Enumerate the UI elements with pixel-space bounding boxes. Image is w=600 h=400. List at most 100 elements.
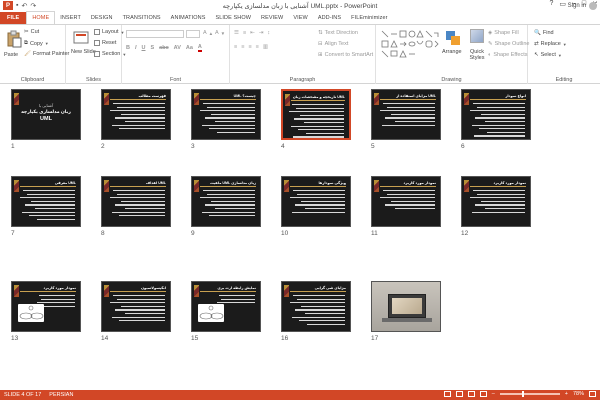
- slide-thumbnail[interactable]: مزایای شی گرایی: [281, 281, 351, 332]
- tab-home[interactable]: HOME: [26, 11, 56, 24]
- select-button[interactable]: ↖ Select ▼: [534, 52, 562, 58]
- slide-thumbnail[interactable]: اهداف UML: [101, 176, 171, 227]
- sign-in-link[interactable]: Sign in: [568, 3, 586, 9]
- tab-fileminimizer[interactable]: FILEminimizer: [346, 12, 392, 24]
- bold-icon[interactable]: B: [126, 45, 130, 51]
- change-case-icon[interactable]: Aa: [186, 45, 193, 51]
- font-name-box[interactable]: [126, 30, 184, 38]
- slide-thumbnail[interactable]: نمایش رابطه ارث بری: [191, 281, 261, 332]
- tab-insert[interactable]: INSERT: [55, 12, 86, 24]
- tab-file[interactable]: FILE: [0, 12, 27, 24]
- justify-icon[interactable]: ≡: [256, 44, 259, 50]
- strikethrough-icon[interactable]: abc: [159, 45, 168, 51]
- normal-view-icon[interactable]: [443, 391, 451, 397]
- columns-icon[interactable]: ▥: [263, 44, 268, 50]
- slide-thumbnail[interactable]: انواع نمودار: [461, 89, 531, 140]
- text-direction-button[interactable]: ⇅ Text Direction: [318, 30, 358, 36]
- ribbon-display-button[interactable]: ▭: [559, 0, 566, 8]
- bullets-icon[interactable]: ☰: [234, 30, 239, 36]
- zoom-slider[interactable]: [499, 391, 560, 397]
- paste-button[interactable]: Paste: [4, 52, 18, 58]
- slide-text-line: [477, 193, 525, 195]
- cut-button[interactable]: ✂ Cut: [24, 29, 39, 35]
- increase-indent-icon[interactable]: ⇥: [259, 30, 264, 36]
- tab-review[interactable]: REVIEW: [256, 12, 288, 24]
- slide-thumbnail[interactable]: مزایای استفاده از UML: [371, 89, 441, 140]
- save-icon[interactable]: ▪: [16, 2, 18, 9]
- shape-outline-button[interactable]: ✎ Shape Outline: [488, 41, 529, 47]
- slide-thumbnail[interactable]: انکپسولاسیون: [101, 281, 171, 332]
- zoom-slider-thumb[interactable]: [522, 391, 525, 397]
- zoom-level[interactable]: 78%: [573, 391, 584, 397]
- italic-icon[interactable]: I: [135, 45, 137, 51]
- format-painter-button[interactable]: 🖌 Format Painter: [24, 51, 69, 57]
- slide-text-line: [292, 316, 345, 318]
- cursor-icon: ↖: [534, 52, 539, 58]
- align-left-icon[interactable]: ≡: [234, 44, 237, 50]
- copy-button[interactable]: ⧉ Copy ▼: [24, 40, 49, 47]
- line-spacing-icon[interactable]: ↕: [267, 30, 270, 36]
- slideshow-icon[interactable]: [479, 391, 487, 397]
- slide-thumbnail[interactable]: ماهیت UML زبان مدلسازی: [191, 176, 261, 227]
- tab-animations[interactable]: ANIMATIONS: [166, 12, 211, 24]
- tab-view[interactable]: VIEW: [288, 12, 312, 24]
- shape-effects-button[interactable]: ◐ Shape Effects: [488, 52, 527, 58]
- zoom-in-button[interactable]: +: [565, 391, 568, 397]
- slide-text-line: [29, 215, 75, 217]
- slide-thumbnail[interactable]: نمودار مورد کاربرد: [461, 176, 531, 227]
- language-indicator[interactable]: PERSIAN: [49, 392, 73, 398]
- tab-transitions[interactable]: TRANSITIONS: [118, 12, 166, 24]
- layout-button[interactable]: Layout ▼: [94, 29, 124, 35]
- underline-icon[interactable]: U: [142, 45, 146, 51]
- slide-title: نمودار مورد کاربرد: [403, 181, 436, 185]
- quick-styles-button[interactable]: Quick Styles: [465, 49, 489, 61]
- numbering-icon[interactable]: ≡: [243, 30, 246, 36]
- new-slide-icon[interactable]: [72, 29, 90, 47]
- undo-icon[interactable]: ↶: [21, 2, 27, 10]
- help-button[interactable]: ?: [549, 0, 553, 8]
- search-icon: 🔍: [534, 30, 541, 36]
- new-slide-button[interactable]: New Slide: [71, 49, 96, 55]
- char-spacing-icon[interactable]: AV: [174, 45, 181, 51]
- slide-thumbnail[interactable]: نمودار مورد کاربرد: [11, 281, 81, 332]
- reset-button[interactable]: Reset: [94, 40, 116, 46]
- font-size-box[interactable]: [186, 30, 200, 38]
- find-button[interactable]: 🔍 Find: [534, 30, 554, 36]
- zoom-out-button[interactable]: –: [492, 391, 495, 397]
- slide-text-line: [387, 106, 435, 108]
- slide-sorter-icon[interactable]: [455, 391, 463, 397]
- tab-design[interactable]: DESIGN: [86, 12, 118, 24]
- font-shrink-icon[interactable]: A ▼: [215, 30, 225, 36]
- slide-thumbnail[interactable]: ویژگی نمودارها: [281, 176, 351, 227]
- slide-thumbnail[interactable]: [371, 281, 441, 332]
- fit-to-window-icon[interactable]: [589, 391, 596, 397]
- slide-thumbnail[interactable]: UML چیست؟: [191, 89, 261, 140]
- align-center-icon[interactable]: ≡: [241, 44, 244, 50]
- avatar[interactable]: [589, 2, 597, 10]
- shape-fill-button[interactable]: ◈ Shape Fill: [488, 30, 519, 36]
- font-color-icon[interactable]: A: [197, 44, 202, 52]
- decrease-indent-icon[interactable]: ⇤: [250, 30, 255, 36]
- arrange-button[interactable]: Arrange: [442, 49, 462, 55]
- convert-smartart-button[interactable]: ⊞ Convert to SmartArt: [318, 52, 373, 58]
- shadow-icon[interactable]: S: [151, 45, 155, 51]
- font-grow-icon[interactable]: A ▲: [203, 30, 213, 36]
- arrange-icon[interactable]: [444, 29, 462, 47]
- replace-button[interactable]: ⇄ Replace ▼: [534, 41, 567, 47]
- shapes-gallery[interactable]: [380, 29, 442, 59]
- slide-thumbnail[interactable]: معرفی UML: [11, 176, 81, 227]
- align-right-icon[interactable]: ≡: [248, 44, 251, 50]
- slide-thumbnail[interactable]: تاریخچه و مشخصات زبان UML: [281, 89, 351, 140]
- tab-add-ins[interactable]: ADD-INS: [313, 12, 346, 24]
- slide-thumbnail[interactable]: نمودار مورد کاربرد: [371, 176, 441, 227]
- replace-icon: ⇄: [534, 41, 539, 47]
- align-text-button[interactable]: ⊟ Align Text: [318, 41, 348, 47]
- quick-styles-icon[interactable]: [470, 29, 484, 43]
- tab-slide-show[interactable]: SLIDE SHOW: [211, 12, 257, 24]
- redo-icon[interactable]: ↷: [30, 2, 36, 10]
- reading-view-icon[interactable]: [467, 391, 475, 397]
- slide-thumbnail[interactable]: فهرست مطالب: [101, 89, 171, 140]
- slide-thumbnail[interactable]: آشنایی با زبان مدلسازی یکپارچه UML: [11, 89, 81, 140]
- paste-icon[interactable]: [5, 30, 23, 48]
- slide-text-line: [38, 295, 75, 297]
